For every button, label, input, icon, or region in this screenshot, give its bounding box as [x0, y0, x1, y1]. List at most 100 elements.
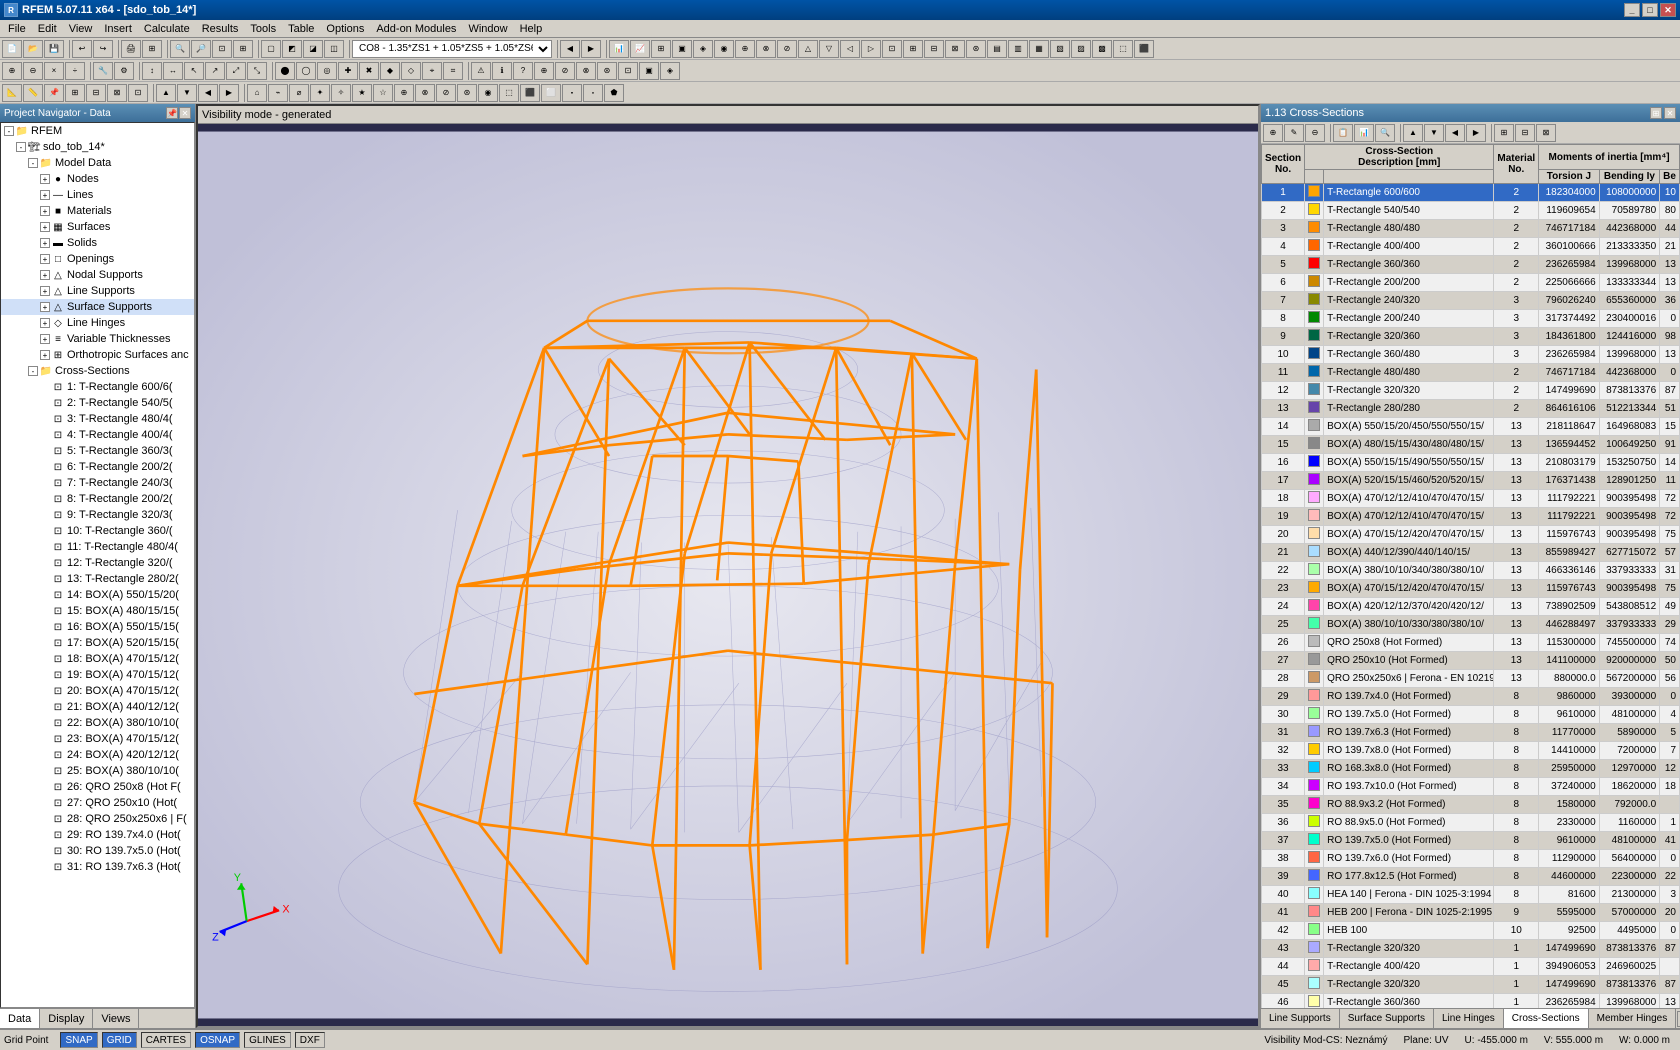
- table-row[interactable]: 24BOX(A) 420/12/12/370/420/420/12/137389…: [1262, 598, 1680, 616]
- tree-expand-nodes[interactable]: +: [40, 174, 50, 184]
- rp-tb-b7[interactable]: ▲: [1403, 124, 1423, 142]
- tb-undo[interactable]: ↩: [72, 40, 92, 58]
- table-row[interactable]: 25BOX(A) 380/10/10/330/380/380/10/134462…: [1262, 616, 1680, 634]
- tb3-b16[interactable]: ✧: [331, 84, 351, 102]
- tb2-b20[interactable]: ⌖: [422, 62, 442, 80]
- panel-buttons[interactable]: 📌 ✕: [166, 107, 191, 119]
- table-row[interactable]: 40HEA 140 | Ferona - DIN 1025-3:19948816…: [1262, 886, 1680, 904]
- tree-expand-orthotropic[interactable]: +: [40, 350, 50, 360]
- tb3-b18[interactable]: ☆: [373, 84, 393, 102]
- tb3-b5[interactable]: ⊟: [86, 84, 106, 102]
- tree-expand-cross-sections[interactable]: -: [28, 366, 38, 376]
- table-row[interactable]: 39RO 177.8x12.5 (Hot Formed)844600000223…: [1262, 868, 1680, 886]
- tree-expand-surfaces[interactable]: +: [40, 222, 50, 232]
- table-row[interactable]: 13T-Rectangle 280/2802864616106512213344…: [1262, 400, 1680, 418]
- tb3-b27[interactable]: ⬝: [562, 84, 582, 102]
- menu-table[interactable]: Table: [282, 22, 320, 36]
- tree-node-openings[interactable]: +□Openings: [1, 251, 194, 267]
- tb2-b30[interactable]: ▣: [639, 62, 659, 80]
- tree-node-surfaces[interactable]: +▦Surfaces: [1, 219, 194, 235]
- tb2-b25[interactable]: ⊕: [534, 62, 554, 80]
- tb-b4[interactable]: ▣: [672, 40, 692, 58]
- table-row[interactable]: 45T-Rectangle 320/3201147499690873813376…: [1262, 976, 1680, 994]
- table-row[interactable]: 3T-Rectangle 480/48027467171844423680004…: [1262, 220, 1680, 238]
- tree-node-cs7[interactable]: ⊡7: T-Rectangle 240/3(: [1, 475, 194, 491]
- rp-tab-line-supports[interactable]: Line Supports: [1261, 1009, 1340, 1028]
- tree-expand-line-hinges[interactable]: +: [40, 318, 50, 328]
- tb-b15[interactable]: ⊞: [903, 40, 923, 58]
- tb-next[interactable]: ▶: [581, 40, 601, 58]
- tb-new[interactable]: 📄: [2, 40, 22, 58]
- rp-tb-b9[interactable]: ◀: [1445, 124, 1465, 142]
- table-row[interactable]: 21BOX(A) 440/12/390/440/140/15/138559894…: [1262, 544, 1680, 562]
- table-row[interactable]: 28QRO 250x250x6 | Ferona - EN 1021913880…: [1262, 670, 1680, 688]
- table-row[interactable]: 36RO 88.9x5.0 (Hot Formed)82330000116000…: [1262, 814, 1680, 832]
- tb-b19[interactable]: ▤: [987, 40, 1007, 58]
- tree-node-cs15[interactable]: ⊡15: BOX(A) 480/15/15(: [1, 603, 194, 619]
- tb-zoom-out[interactable]: 🔎: [191, 40, 211, 58]
- table-row[interactable]: 26QRO 250x8 (Hot Formed)1311530000074550…: [1262, 634, 1680, 652]
- tree-node-line-supports[interactable]: +△Line Supports: [1, 283, 194, 299]
- table-row[interactable]: 31RO 139.7x6.3 (Hot Formed)8117700005890…: [1262, 724, 1680, 742]
- tb-view1[interactable]: ▢: [261, 40, 281, 58]
- tree-node-cs23[interactable]: ⊡23: BOX(A) 470/15/12(: [1, 731, 194, 747]
- tab-views[interactable]: Views: [93, 1009, 139, 1028]
- rp-tb-b8[interactable]: ▼: [1424, 124, 1444, 142]
- tree-expand-surface-supports[interactable]: +: [40, 302, 50, 312]
- tb-b13[interactable]: ▷: [861, 40, 881, 58]
- tab-data[interactable]: Data: [0, 1009, 40, 1028]
- status-snap[interactable]: SNAP: [60, 1032, 97, 1048]
- table-row[interactable]: 2T-Rectangle 540/54021196096547058978080: [1262, 202, 1680, 220]
- tree-node-cs28[interactable]: ⊡28: QRO 250x250x6 | F(: [1, 811, 194, 827]
- table-row[interactable]: 15BOX(A) 480/15/15/430/480/480/15/131365…: [1262, 436, 1680, 454]
- menu-file[interactable]: File: [2, 22, 32, 36]
- tb-view2[interactable]: ◩: [282, 40, 302, 58]
- tb-b1[interactable]: 📊: [609, 40, 629, 58]
- tree-expand-variable-thicknesses[interactable]: +: [40, 334, 50, 344]
- tb2-b22[interactable]: ⚠: [471, 62, 491, 80]
- tb-save[interactable]: 💾: [44, 40, 64, 58]
- tb3-b7[interactable]: ⊡: [128, 84, 148, 102]
- table-row[interactable]: 29RO 139.7x4.0 (Hot Formed)8986000039300…: [1262, 688, 1680, 706]
- menu-tools[interactable]: Tools: [244, 22, 282, 36]
- tab-display[interactable]: Display: [40, 1009, 93, 1028]
- tb2-b10[interactable]: ↗: [205, 62, 225, 80]
- tb-b12[interactable]: ◁: [840, 40, 860, 58]
- tree-node-nodes[interactable]: +●Nodes: [1, 171, 194, 187]
- tree-node-cs18[interactable]: ⊡18: BOX(A) 470/15/12(: [1, 651, 194, 667]
- rp-tb-b10[interactable]: ▶: [1466, 124, 1486, 142]
- tree-node-cs30[interactable]: ⊡30: RO 139.7x5.0 (Hot(: [1, 843, 194, 859]
- table-row[interactable]: 37RO 139.7x5.0 (Hot Formed)8961000048100…: [1262, 832, 1680, 850]
- tb-b16[interactable]: ⊟: [924, 40, 944, 58]
- tb-open[interactable]: 📂: [23, 40, 43, 58]
- table-row[interactable]: 41HEB 200 | Ferona - DIN 1025-2:19959559…: [1262, 904, 1680, 922]
- rp-tb-b3[interactable]: ⊖: [1305, 124, 1325, 142]
- rp-tb-b5[interactable]: 📊: [1354, 124, 1374, 142]
- menu-window[interactable]: Window: [462, 22, 513, 36]
- tb-b26[interactable]: ⬛: [1134, 40, 1154, 58]
- tree-node-cs20[interactable]: ⊡20: BOX(A) 470/15/12(: [1, 683, 194, 699]
- tree-node-cs31[interactable]: ⊡31: RO 139.7x6.3 (Hot(: [1, 859, 194, 875]
- tree-node-cs8[interactable]: ⊡8: T-Rectangle 200/2(: [1, 491, 194, 507]
- panel-close-btn[interactable]: ✕: [179, 107, 191, 119]
- tree-node-cs19[interactable]: ⊡19: BOX(A) 470/15/12(: [1, 667, 194, 683]
- tb-b25[interactable]: ⬚: [1113, 40, 1133, 58]
- load-combo[interactable]: CO8 - 1.35*ZS1 + 1.05*ZS5 + 1.05*ZS6: [352, 40, 552, 58]
- tb3-b22[interactable]: ⊛: [457, 84, 477, 102]
- tree-expand-openings[interactable]: +: [40, 254, 50, 264]
- menu-results[interactable]: Results: [196, 22, 245, 36]
- table-row[interactable]: 4T-Rectangle 400/40023601006662133333502…: [1262, 238, 1680, 256]
- tb-b24[interactable]: ▩: [1092, 40, 1112, 58]
- tb2-b15[interactable]: ◎: [317, 62, 337, 80]
- tb3-b15[interactable]: ✦: [310, 84, 330, 102]
- tb3-b6[interactable]: ⊠: [107, 84, 127, 102]
- tb3-b17[interactable]: ★: [352, 84, 372, 102]
- status-dxf[interactable]: DXF: [295, 1032, 325, 1048]
- tb2-b19[interactable]: ◇: [401, 62, 421, 80]
- table-row[interactable]: 35RO 88.9x3.2 (Hot Formed)81580000792000…: [1262, 796, 1680, 814]
- rp-tab-line-hinges[interactable]: Line Hinges: [1434, 1009, 1504, 1028]
- table-row[interactable]: 43T-Rectangle 320/3201147499690873813376…: [1262, 940, 1680, 958]
- table-row[interactable]: 6T-Rectangle 200/20022250666661333333441…: [1262, 274, 1680, 292]
- tree-node-cs10[interactable]: ⊡10: T-Rectangle 360/(: [1, 523, 194, 539]
- tb2-b1[interactable]: ⊕: [2, 62, 22, 80]
